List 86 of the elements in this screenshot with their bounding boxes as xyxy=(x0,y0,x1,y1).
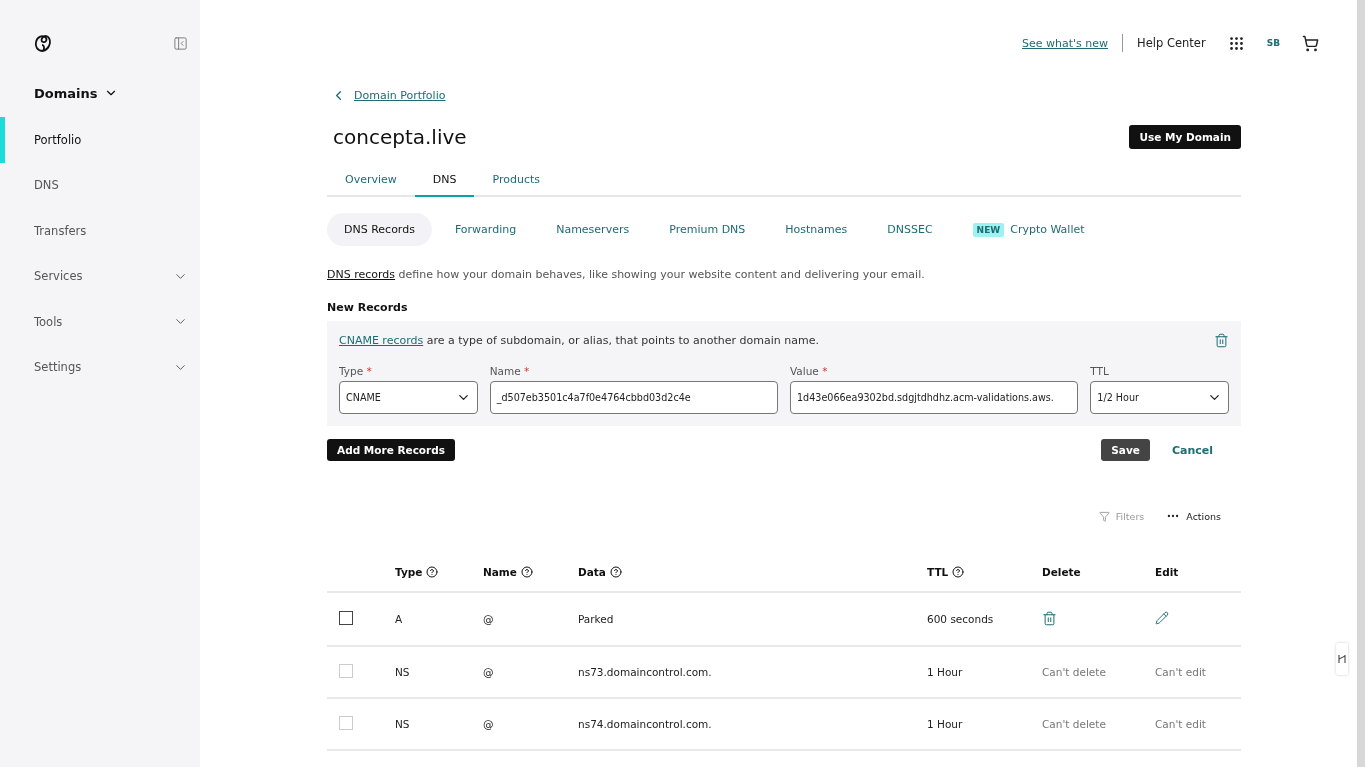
sidebar-section[interactable]: Domains xyxy=(34,80,200,106)
row-checkbox[interactable] xyxy=(339,610,353,625)
tab[interactable]: DNS xyxy=(414,164,475,197)
actions-button[interactable]: Actions xyxy=(1166,509,1221,523)
field-label: Name * xyxy=(489,365,531,377)
side-tab-handle[interactable] xyxy=(1336,643,1348,675)
save-button[interactable]: Save xyxy=(1101,439,1150,461)
delete-icon[interactable] xyxy=(1042,611,1058,627)
subtab[interactable]: NEW Crypto Wallet xyxy=(955,213,1102,246)
add-more-records-button[interactable]: Add More Records xyxy=(327,439,456,461)
record-hint: CNAME records are a type of subdomain, or alias, that points to another domain name. xyxy=(339,334,819,347)
table-cell-text: @ xyxy=(483,718,495,730)
sidebar-item[interactable]: Transfers xyxy=(0,208,200,254)
table-cell-text: 1 Hour xyxy=(927,718,964,730)
sidebar-item[interactable]: Portfolio xyxy=(0,117,200,163)
table-cell-text: NS xyxy=(395,666,411,678)
cname-records-link[interactable]: CNAME records xyxy=(339,334,424,347)
dns-records-link[interactable]: DNS records xyxy=(327,268,396,281)
scrollbar[interactable] xyxy=(1357,0,1365,767)
sidebar-item[interactable]: Services xyxy=(0,253,200,299)
subtab-label: Forwarding xyxy=(454,223,517,236)
delete-icon[interactable] xyxy=(1214,333,1229,348)
subtab-label: Nameservers xyxy=(556,223,630,236)
tab[interactable]: Overview xyxy=(327,164,415,197)
table-cell-text: Can't edit xyxy=(1155,718,1207,730)
edit-icon[interactable] xyxy=(1155,611,1171,627)
column-header: TTL xyxy=(927,566,1042,578)
breadcrumb-link[interactable]: Domain Portfolio xyxy=(354,88,446,102)
field-label: TTL xyxy=(1090,365,1110,377)
select-field[interactable]: CNAME xyxy=(339,381,478,414)
tab[interactable]: Products xyxy=(474,164,558,197)
table-cell-text: Parked xyxy=(578,613,615,625)
pull-tab-icon xyxy=(1338,654,1346,664)
cancel-button[interactable]: Cancel xyxy=(1171,443,1241,457)
help-center-link[interactable]: Help Center xyxy=(1137,36,1206,50)
subtab[interactable]: Forwarding xyxy=(437,213,534,246)
new-badge: NEW xyxy=(972,222,1005,237)
table-cell-text: 1 Hour xyxy=(927,666,964,678)
table-cell-text: 600 seconds xyxy=(927,613,995,625)
table-cell-text: ns73.domaincontrol.com. xyxy=(578,666,713,678)
subtab[interactable]: Nameservers xyxy=(539,213,647,246)
field-label: Value * xyxy=(790,365,829,377)
new-records-heading: New Records xyxy=(327,301,409,314)
input-field[interactable]: _d507eb3501c4a7f0e4764cbbd03d2c4e xyxy=(489,381,778,414)
table-cell-text: Can't delete xyxy=(1042,718,1107,730)
help-icon[interactable] xyxy=(520,566,533,578)
table-cell-text: Can't edit xyxy=(1155,666,1207,678)
select-field[interactable]: 1/2 Hour xyxy=(1090,381,1229,414)
sidebar-item[interactable]: DNS xyxy=(0,162,200,208)
use-my-domain-button[interactable]: Use My Domain xyxy=(1129,125,1241,149)
logo-icon[interactable] xyxy=(33,33,53,53)
table-cell-text: NS xyxy=(395,718,411,730)
sidebar-item[interactable]: Settings xyxy=(0,344,200,390)
help-icon[interactable] xyxy=(426,566,439,578)
subtab[interactable]: DNSSEC xyxy=(870,213,950,246)
input-field[interactable]: 1d43e066ea9302bd.sdgjtdhdhz.acm-validations.aws. xyxy=(790,381,1079,414)
subtab-label: DNS Records xyxy=(344,223,415,236)
table-cell-text: A xyxy=(395,613,404,625)
subtab-label: DNSSEC xyxy=(887,223,933,236)
table-cell-text: ns74.domaincontrol.com. xyxy=(578,718,713,730)
field-label: Type * xyxy=(339,365,373,377)
column-header: Type xyxy=(395,566,483,578)
apps-grid-icon[interactable] xyxy=(1227,34,1245,52)
account-initials[interactable]: SB xyxy=(1266,38,1280,48)
subtab[interactable]: Premium DNS xyxy=(652,213,763,246)
column-header: Name xyxy=(483,566,578,578)
table-cell-text: @ xyxy=(483,613,495,625)
filter-icon xyxy=(1098,510,1110,522)
column-header: Data xyxy=(578,566,927,578)
collapse-sidebar-icon[interactable] xyxy=(173,35,188,51)
subtab[interactable]: Hostnames xyxy=(768,213,865,246)
subtab-label: Premium DNS xyxy=(669,223,746,236)
subtab-label: Hostnames xyxy=(785,223,848,236)
help-icon[interactable] xyxy=(952,566,965,578)
sidebar-item[interactable]: Tools xyxy=(0,299,200,345)
subtab[interactable]: DNS Records xyxy=(327,213,432,246)
column-header: Delete xyxy=(1042,566,1082,578)
help-icon[interactable] xyxy=(609,566,622,578)
whats-new-link[interactable]: See what's new xyxy=(1022,36,1109,50)
cart-icon[interactable] xyxy=(1302,34,1319,52)
table-cell-text: @ xyxy=(483,666,495,678)
table-cell-text: Can't delete xyxy=(1042,666,1107,678)
column-header: Edit xyxy=(1155,566,1180,578)
description: DNS records define how your domain behaves, like showing your website content and delivering your email. xyxy=(327,268,926,281)
domain-title: concepta.live xyxy=(333,125,467,149)
subtab-label: Crypto Wallet xyxy=(1010,223,1085,236)
